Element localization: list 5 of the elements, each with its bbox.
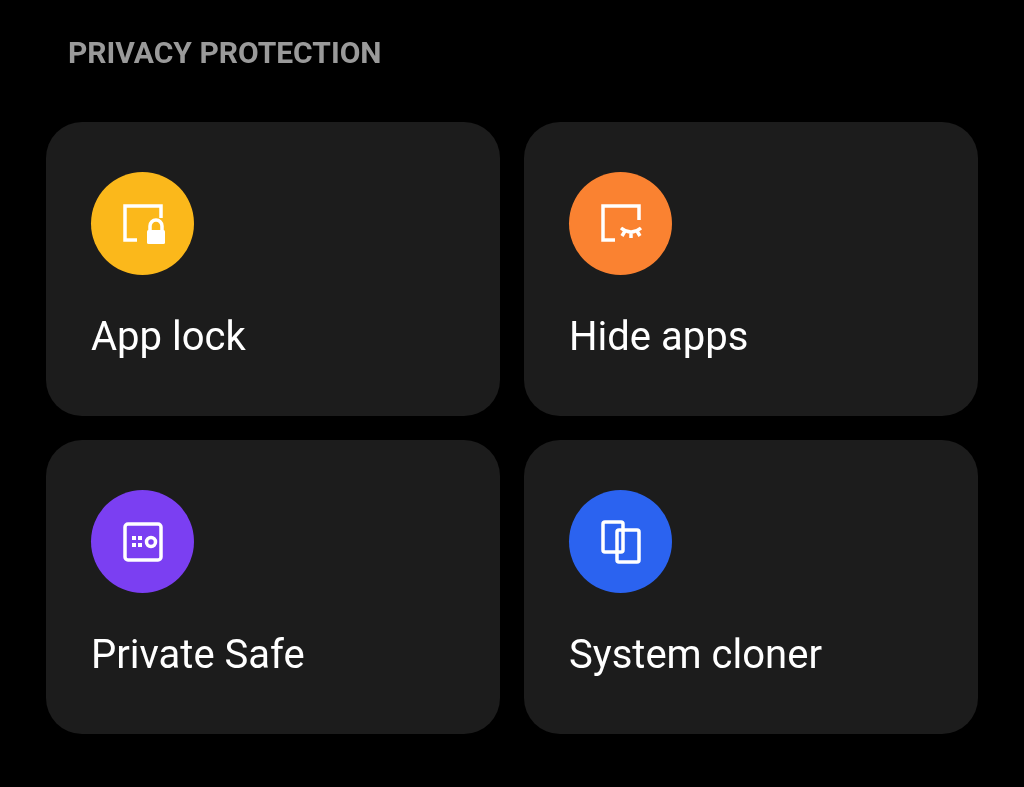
section-title: PRIVACY PROTECTION — [68, 34, 383, 72]
feature-tile[interactable]: Private Safe — [46, 440, 500, 734]
feature-tile[interactable]: System cloner — [524, 440, 978, 734]
feature-tile[interactable]: Hide apps — [524, 122, 978, 416]
feature-tile[interactable]: App lock — [46, 122, 500, 416]
